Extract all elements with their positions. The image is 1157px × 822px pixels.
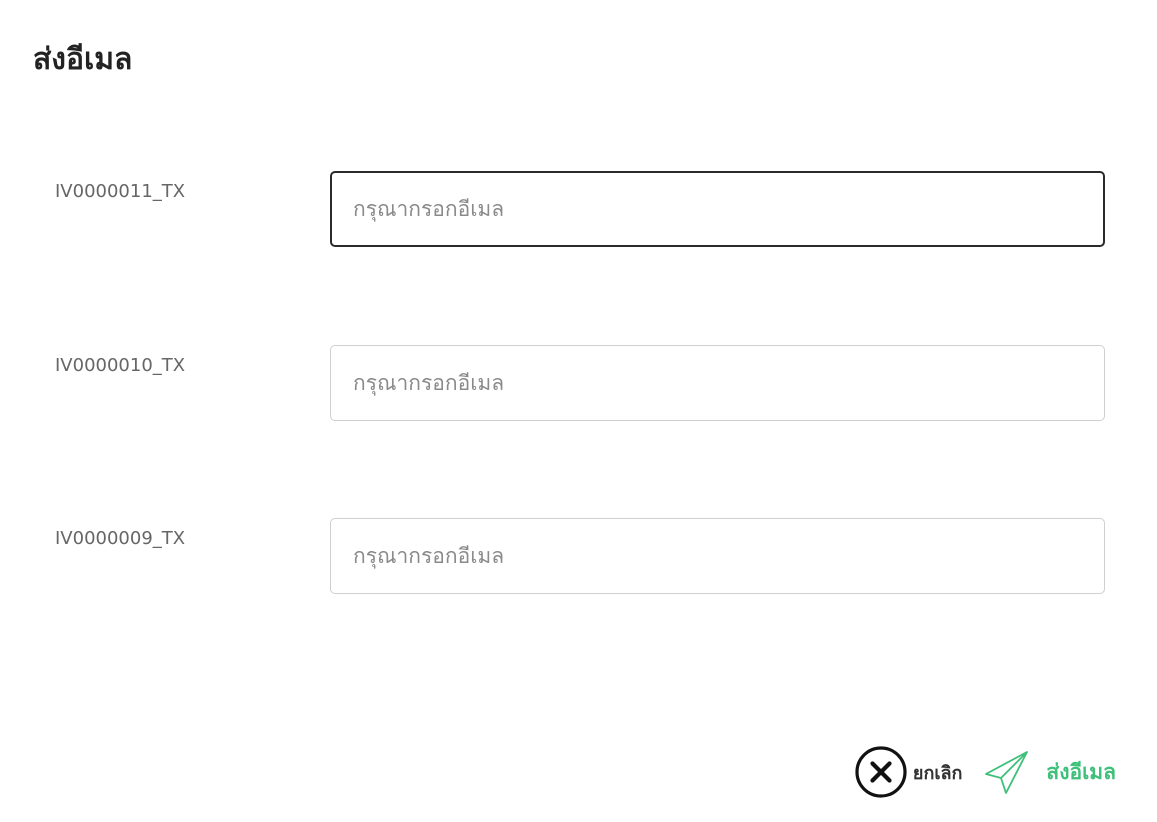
dialog-title: ส่งอีเมล: [33, 42, 133, 77]
email-input[interactable]: [330, 171, 1105, 247]
email-row: IV0000011_TX: [0, 171, 1157, 249]
send-label: ส่งอีเมล: [1046, 760, 1116, 784]
paper-plane-icon: [985, 751, 1029, 794]
cancel-button[interactable]: ยกเลิก: [853, 744, 983, 800]
email-row: IV0000009_TX: [0, 518, 1157, 596]
invoice-label: IV0000009_TX: [55, 528, 186, 549]
email-input[interactable]: [330, 518, 1105, 594]
send-email-button[interactable]: ส่งอีเมล: [982, 747, 1116, 797]
email-row: IV0000010_TX: [0, 345, 1157, 423]
cancel-label: ยกเลิก: [912, 762, 963, 783]
invoice-label: IV0000010_TX: [55, 355, 186, 376]
email-input[interactable]: [330, 345, 1105, 421]
send-email-dialog: ส่งอีเมล IV0000011_TX IV0000010_TX IV000…: [0, 0, 1157, 822]
dialog-footer: ยกเลิก ส่งอีเมล: [853, 742, 1116, 802]
invoice-label: IV0000011_TX: [55, 181, 186, 202]
close-circle-icon: [855, 746, 907, 798]
